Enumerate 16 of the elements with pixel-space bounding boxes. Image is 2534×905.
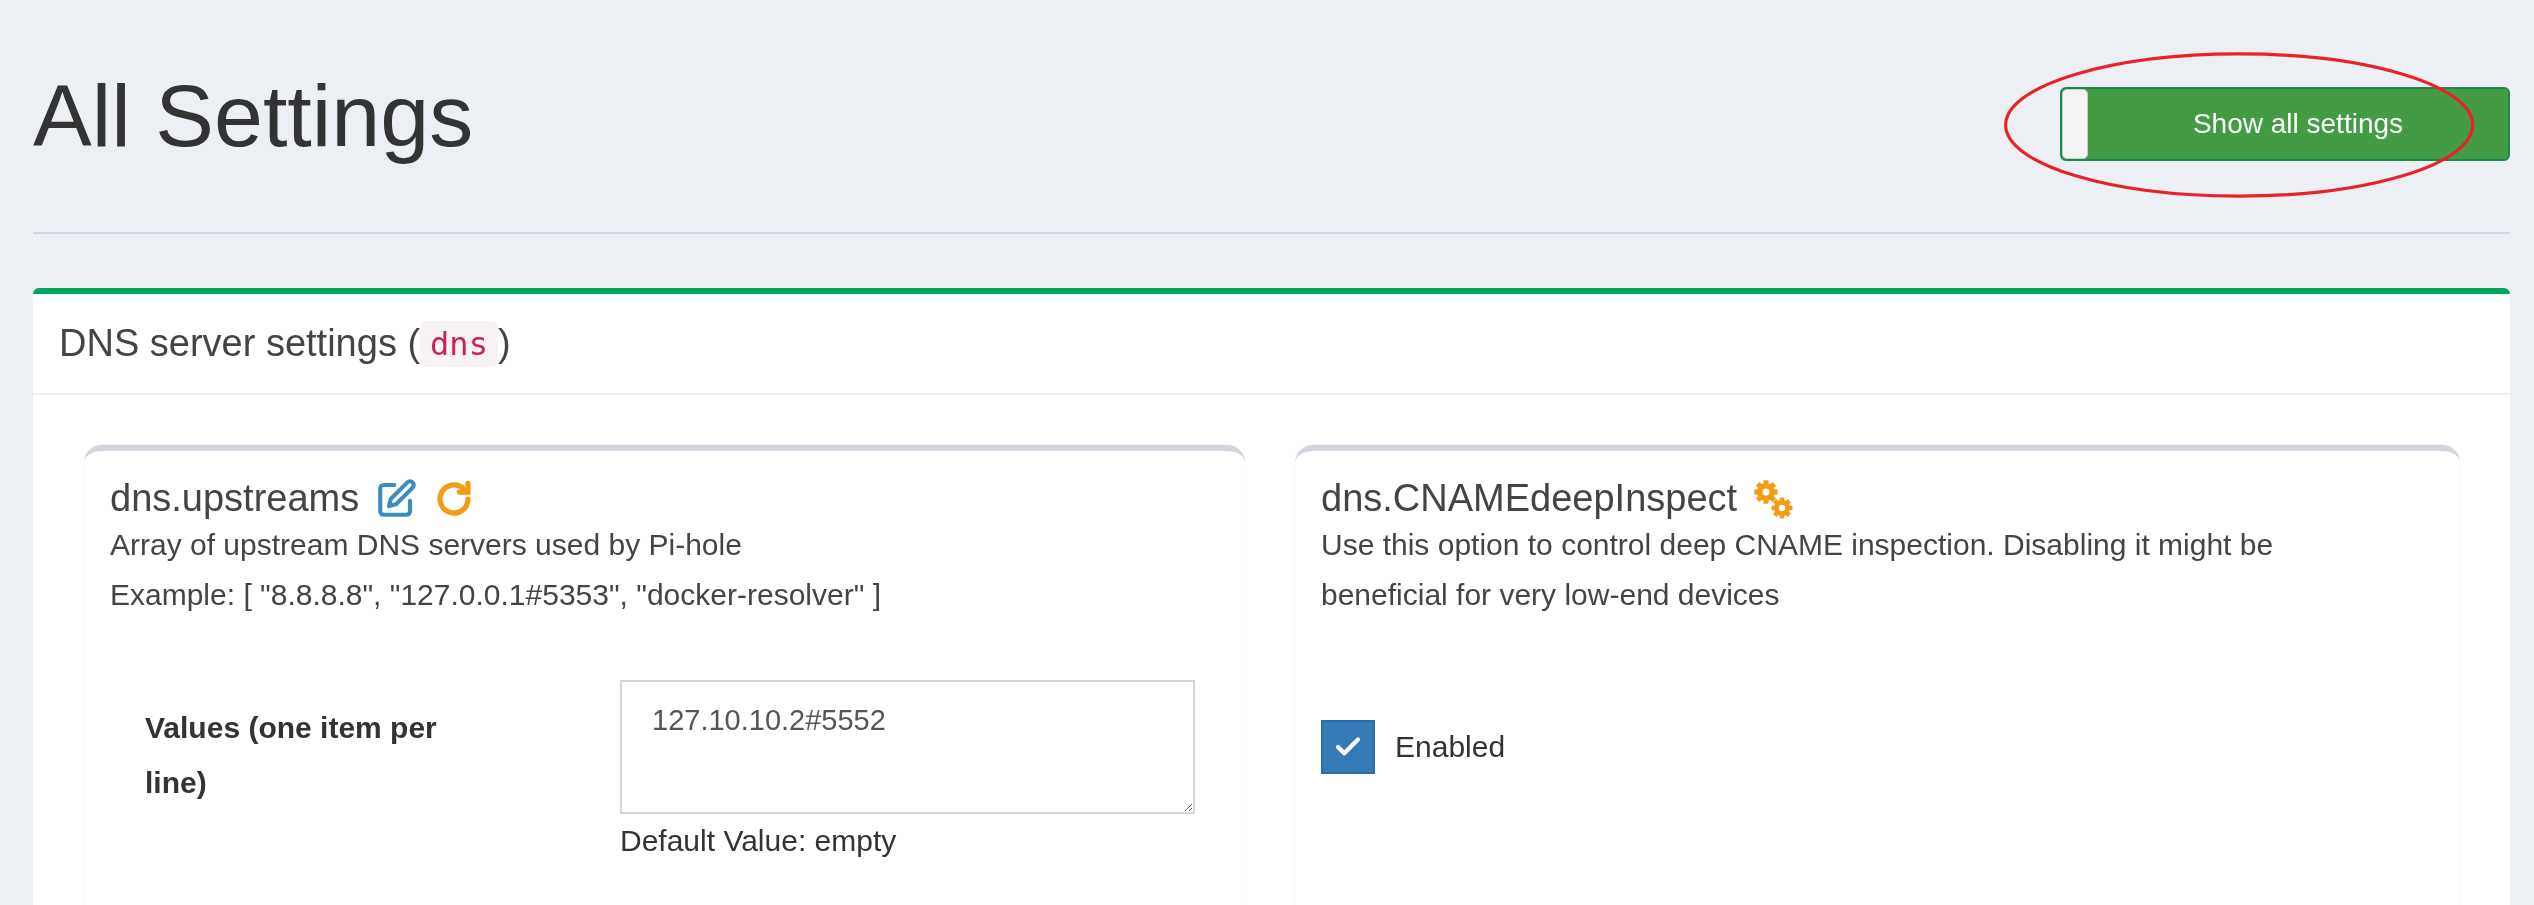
section-title-end: ) (497, 322, 511, 365)
field-label: Values (one item per line) (145, 710, 438, 801)
values-field[interactable]: 127.10.10.2#5552 (620, 680, 1195, 814)
edit-icon[interactable] (375, 477, 418, 520)
setting-description: Use this option to control deep CNAME inspection. Disabling it might be beneficial for very low-end devices (1321, 527, 2275, 613)
gears-icon (1753, 478, 1794, 519)
default-value: Default Value: empty (620, 824, 898, 858)
setting-name: dns.CNAMEdeepInspect (1321, 477, 1738, 520)
setting-description: Example: [ "8.8.8.8", "127.0.0.1#5353", "docker-resolver" ] (110, 577, 882, 613)
section-title: DNS server settings ( (59, 322, 421, 365)
checkbox[interactable] (1321, 720, 1375, 774)
setting-description: Array of upstream DNS servers used by Pi-hole (110, 527, 743, 563)
page-title: All Settings (33, 65, 474, 167)
checkbox-label: Enabled (1395, 730, 1506, 764)
setting-name: dns.upstreams (110, 477, 360, 520)
section-code: dns (420, 320, 498, 367)
